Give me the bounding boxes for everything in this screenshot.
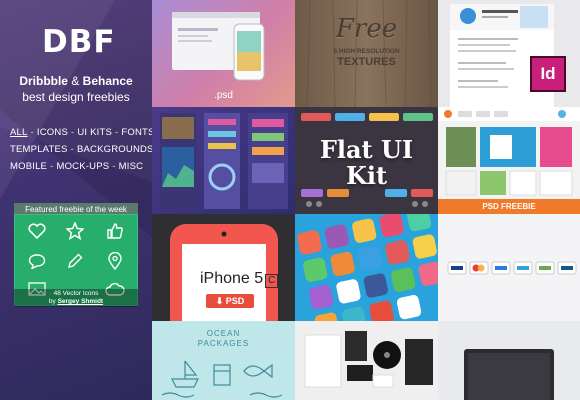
nav-templates[interactable]: TEMPLATES [10,144,68,155]
featured-caption: 48 Vector Icons by Sergey Shmidt [14,289,138,307]
nav-separator: - [115,127,119,138]
nav-ui-kits[interactable]: UI KITS [77,127,112,138]
sidebar: DBF Dribbble & Behance best design freeb… [0,0,152,400]
freebie-tile-wood-textures[interactable]: Free 5 HIGH RESOLUTION TEXTURES [295,0,438,107]
indesign-badge: Id [530,56,566,92]
freebie-tile-webshop-psd[interactable]: PSD FREEBIE [438,107,580,214]
freebie-tile-website-psd[interactable]: .psd [152,0,295,107]
featured-caption-author-line: by Sergey Shmidt [14,298,138,306]
site-logo[interactable]: DBF [42,24,116,60]
category-nav: ALL - ICONS - UI KITS - FONTS TEMPLATES … [10,124,152,175]
tagline-dribbble: Dribbble [19,74,68,88]
ocean-line-icons [161,360,283,398]
iphone-model-name: iPhone 5 [200,270,264,287]
nav-icons[interactable]: ICONS [37,127,68,138]
tagline: Dribbble & Behance [0,74,152,88]
location-pin-icon [105,251,125,271]
tagline-subtitle: best design freebies [22,90,130,104]
freebie-tile-branding-stationery[interactable] [295,321,438,400]
thumbs-up-icon [105,221,125,241]
tagline-behance: Behance [82,74,133,88]
textures-subtitle: 5 HIGH RESOLUTION [333,48,400,55]
featured-author-link[interactable]: Sergey Shmidt [58,298,104,305]
nav-fonts[interactable]: FONTS [121,127,152,138]
flat-ui-kit-title: Flat UI Kit [295,137,438,189]
download-psd-button[interactable]: ⬇ PSD [206,294,254,308]
nav-row: TEMPLATES - BACKGROUNDS [10,141,152,158]
pencil-icon [65,251,85,271]
iphone-model-label: iPhone 5C [200,270,279,288]
freebie-tile-resume-template[interactable]: Id [438,0,580,107]
nav-separator: - [112,161,116,172]
nav-separator: - [70,144,74,155]
nav-all[interactable]: ALL [10,127,28,138]
nav-misc[interactable]: MISC [119,161,144,172]
freebie-tile-mobile-ui[interactable] [152,107,295,214]
freebie-tile-payment-icons[interactable] [438,214,580,321]
nav-separator: - [50,161,54,172]
tile-caption: .psd [214,90,233,101]
freebie-tile-flat-ui-kit[interactable]: Flat UI Kit [295,107,438,214]
payment-cards-row [447,261,577,275]
nav-backgrounds[interactable]: BACKGROUNDS [77,144,152,155]
textures-subtitle-2: TEXTURES [337,56,396,68]
nav-mobile[interactable]: MOBILE [10,161,47,172]
freebie-tile-app-icons[interactable] [295,214,438,321]
nav-row: ALL - ICONS - UI KITS - FONTS [10,124,152,141]
featured-caption-by: by [48,298,56,305]
nav-mock-ups[interactable]: MOCK-UPS [56,161,109,172]
heart-icon [27,221,47,241]
star-icon [65,221,85,241]
featured-caption-title: 48 Vector Icons [53,290,99,297]
freebie-tile-iphone-5c[interactable]: iPhone 5C ⬇ PSD [152,214,295,321]
freebie-tile-laptop-mockup[interactable] [438,321,580,400]
textures-title: Free [335,14,398,44]
app-icons-grid [297,214,438,321]
iphone-model-badge: C [265,274,279,288]
flat-ui-kit-title-line1: Flat UI [319,135,414,164]
tile-preview-webshop [438,107,580,196]
tagline-amp: & [67,74,83,88]
nav-separator: - [70,127,75,138]
tile-preview-mobile-ui [160,113,288,209]
freebie-tile-ocean-packages[interactable]: OCEAN PACKAGES [152,321,295,400]
nav-separator: - [30,127,34,138]
nav-row: MOBILE - MOCK-UPS - MISC [10,158,150,175]
flat-ui-kit-title-line2: Kit [345,161,388,190]
stationery-mockup [304,331,433,388]
laptop-mockup [464,349,554,400]
psd-freebie-banner: PSD FREEBIE [438,199,580,214]
chat-icon [27,251,47,271]
